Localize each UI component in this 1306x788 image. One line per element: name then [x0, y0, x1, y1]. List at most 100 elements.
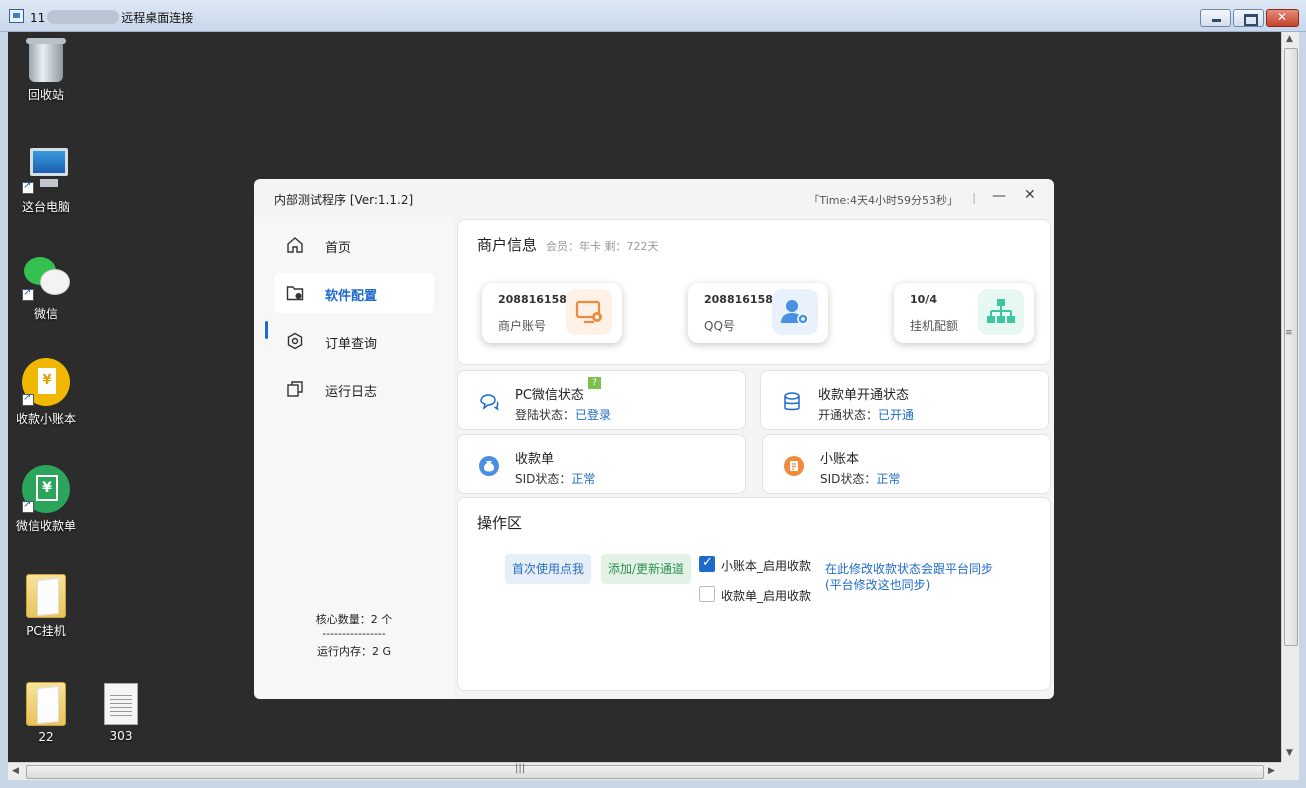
desktop-icon-wechat-receipt[interactable]: ¥ 微信收款单 — [8, 465, 86, 534]
status-card-name: 收款单开通状态 — [818, 388, 910, 403]
chat-icon — [480, 394, 499, 411]
text-file-icon — [104, 683, 138, 725]
sidebar: 首页 软件配置 订单查询 运行日志 核心数量：2 个 -------------… — [254, 217, 454, 699]
grip-icon: ≡ — [1285, 328, 1293, 338]
core-count: 核心数量：2 个 — [315, 613, 393, 626]
ledger-enable-checkbox[interactable] — [699, 555, 715, 572]
quota-caption: 挂机配额 — [910, 319, 959, 333]
network-icon — [978, 289, 1024, 335]
merchant-account-caption: 商户账号 — [498, 319, 547, 333]
copy-icon — [287, 381, 303, 397]
status-card-name: PC微信状态 — [515, 388, 584, 403]
checkbox-label: 小账本_启用收款 — [721, 559, 812, 573]
desktop-icon-22[interactable]: 22 — [8, 680, 86, 744]
merchant-info-card: 商户信息 会员：年卡 剩：722天 208816158 商户账号 2088161… — [457, 219, 1051, 365]
database-icon — [784, 392, 800, 411]
receipt-enable-checkbox[interactable] — [699, 586, 715, 602]
quota-value: 10/4 — [910, 293, 937, 306]
checkbox-label: 收款单_启用收款 — [721, 589, 812, 603]
folder-icon — [26, 574, 66, 618]
ledger-app-icon: ¥ — [22, 358, 70, 406]
ledger-sid-status-card: 小账本 SID状态：正常 — [762, 434, 1051, 494]
titlebar-separator: | — [972, 191, 976, 204]
sidebar-item-label: 首页 — [325, 241, 352, 256]
receipt-activation-status-card: 收款单开通状态 开通状态：已开通 — [760, 370, 1049, 430]
vertical-scroll-thumb[interactable] — [1284, 48, 1298, 646]
sidebar-item-label: 订单查询 — [325, 337, 378, 352]
desktop-icon-label: 回收站 — [27, 88, 64, 102]
sidebar-item-label: 软件配置 — [325, 289, 378, 304]
scroll-left-icon[interactable]: ◀ — [12, 766, 19, 776]
merchant-account-card: 208816158 商户账号 — [482, 283, 622, 343]
rdp-minimize-button[interactable] — [1200, 9, 1231, 27]
money-bag-icon — [479, 456, 499, 476]
desktop-icon-label: 微信 — [33, 307, 58, 321]
pc-wechat-status-card: PC微信状态 ? 登陆状态：已登录 — [457, 370, 746, 430]
app-title: 内部测试程序 [Ver:1.1.2] — [274, 193, 414, 207]
first-use-button[interactable]: 首次使用点我 — [505, 554, 592, 584]
desktop-icon-label: PC挂机 — [26, 624, 66, 638]
folder-icon — [26, 682, 66, 726]
monitor-gear-icon — [566, 289, 612, 335]
desktop-icon-recycle-bin[interactable]: 回收站 — [8, 38, 86, 103]
hexagon-icon — [287, 332, 303, 350]
sidebar-item-software-config[interactable]: 软件配置 — [274, 273, 434, 313]
rdp-title-suffix: 远程桌面连接 — [121, 11, 194, 25]
rdp-title-prefix: 11 — [30, 11, 46, 25]
scroll-right-icon[interactable]: ▶ — [1268, 766, 1275, 776]
status-key: 开通状态： — [818, 408, 879, 422]
merchant-account-value: 208816158 — [498, 293, 567, 306]
rdp-maximize-button[interactable] — [1233, 9, 1264, 27]
help-badge-icon[interactable]: ? — [588, 377, 601, 389]
status-key: 登陆状态： — [515, 408, 576, 422]
status-card-name: 收款单 — [515, 452, 555, 467]
receipt-app-icon: ¥ — [22, 465, 70, 513]
receipt-sid-status-card: 收款单 SID状态：正常 — [457, 434, 746, 494]
status-key: SID状态： — [515, 472, 572, 486]
grip-icon: ||| — [515, 763, 526, 774]
recycle-bin-icon — [26, 38, 66, 82]
merchant-info-title: 商户信息 — [477, 236, 538, 254]
qq-number-value: 208816158 — [704, 293, 773, 306]
desktop-icon-303[interactable]: 303 — [81, 680, 161, 743]
footer-divider: ---------------- — [322, 627, 386, 640]
desktop-icon-label: 收款小账本 — [15, 412, 76, 426]
redacted-host — [47, 10, 120, 24]
window-bottom-frame — [0, 780, 1306, 788]
close-button[interactable]: ✕ — [1024, 187, 1038, 203]
computer-icon — [22, 146, 70, 194]
qq-number-caption: QQ号 — [704, 319, 735, 333]
desktop-icon-wechat[interactable]: 微信 — [8, 253, 86, 322]
sidebar-item-orders[interactable]: 订单查询 — [274, 321, 434, 361]
minimize-button[interactable]: — — [992, 188, 1006, 204]
app-window: 内部测试程序 [Ver:1.1.2] 「Time:4天4小时59分53秒」 | … — [254, 179, 1054, 699]
rdp-window-title: 11 远程桌面连接 — [30, 9, 193, 26]
desktop-icon-label: 微信收款单 — [15, 519, 76, 533]
home-icon — [287, 237, 303, 253]
status-key: SID状态： — [820, 472, 877, 486]
add-update-channel-button[interactable]: 添加/更新通道 — [601, 554, 692, 584]
sidebar-item-logs[interactable]: 运行日志 — [274, 369, 434, 409]
horizontal-scrollbar[interactable]: ◀ ||| ▶ — [8, 762, 1281, 780]
rdp-titlebar: 11 远程桌面连接 — [0, 0, 1306, 32]
folder-gear-icon — [286, 286, 304, 301]
scroll-up-icon[interactable]: ▲ — [1286, 34, 1293, 44]
quota-card: 10/4 挂机配额 — [894, 283, 1034, 343]
uptime-display: 「Time:4天4小时59分53秒」 — [808, 194, 958, 207]
desktop-icon-pc-hangup[interactable]: PC挂机 — [8, 572, 86, 639]
qq-number-card: 208816158 QQ号 — [688, 283, 828, 343]
memory-info: 运行内存：2 G — [316, 645, 392, 658]
scroll-down-icon[interactable]: ▼ — [1286, 748, 1293, 758]
horizontal-scroll-thumb[interactable] — [26, 765, 1264, 779]
vertical-scrollbar[interactable]: ▲ ≡ ▼ — [1281, 32, 1299, 762]
wechat-icon — [22, 253, 70, 301]
status-line: 开通状态：已开通 — [818, 406, 914, 423]
sync-note: 在此修改收款状态会跟平台同步(平台修改这也同步) — [825, 562, 994, 592]
desktop-icon-this-pc[interactable]: 这台电脑 — [8, 146, 86, 215]
desktop-icon-label: 22 — [38, 730, 54, 744]
status-value: 正常 — [876, 472, 901, 486]
sidebar-item-home[interactable]: 首页 — [274, 225, 434, 265]
desktop-icon-ledger[interactable]: ¥ 收款小账本 — [8, 358, 86, 427]
rdp-close-button[interactable] — [1266, 9, 1299, 27]
operations-panel: 操作区 首次使用点我 添加/更新通道 小账本_启用收款 收款单_启用收款 在此修… — [457, 497, 1051, 691]
